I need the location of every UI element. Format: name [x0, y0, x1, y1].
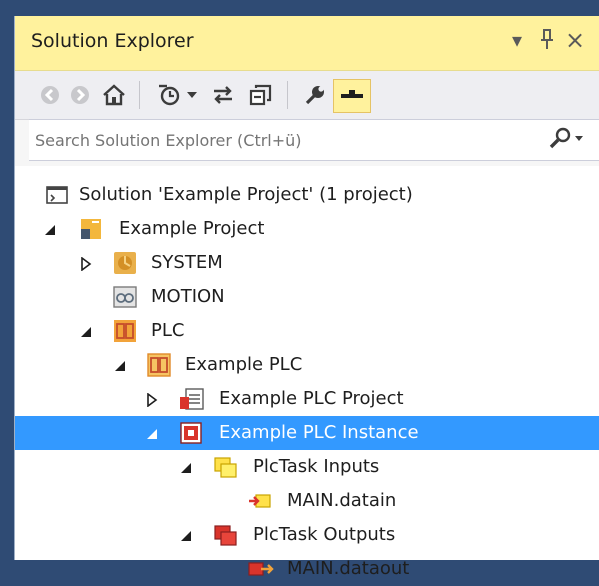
plc-icon	[113, 319, 137, 343]
toolbar-separator	[139, 81, 140, 109]
pending-changes-icon[interactable]	[155, 79, 183, 111]
motion-icon	[113, 285, 137, 309]
collapsed-arrow-icon[interactable]	[145, 392, 159, 408]
close-icon[interactable]: ×	[565, 26, 585, 54]
tree-item-label: Example PLC	[185, 354, 303, 375]
tree-item-project[interactable]: Example Project	[15, 212, 599, 246]
tree-item-label: PLC	[151, 320, 185, 341]
solution-tree: Solution 'Example Project' (1 project) E…	[15, 166, 599, 579]
collapse-all-icon[interactable]	[247, 79, 275, 111]
tree-item-label: MAIN.datain	[287, 490, 397, 511]
tree-item-label: Example PLC Project	[219, 388, 404, 409]
expanded-arrow-icon[interactable]	[79, 324, 93, 338]
expanded-arrow-icon[interactable]	[43, 222, 57, 236]
tree-item-motion[interactable]: MOTION	[15, 280, 599, 314]
plc-project-icon	[147, 353, 171, 377]
expanded-arrow-icon[interactable]	[145, 426, 159, 440]
expanded-arrow-icon[interactable]	[113, 358, 127, 372]
collapsed-arrow-icon[interactable]	[79, 256, 93, 272]
toolbar	[15, 71, 599, 120]
plc-instance-icon	[179, 421, 203, 445]
expanded-arrow-icon[interactable]	[179, 528, 193, 542]
preview-icon[interactable]	[333, 79, 371, 113]
solution-icon	[45, 183, 69, 207]
tree-item-plc-instance[interactable]: Example PLC Instance	[15, 416, 599, 450]
tree-item-main-dataout[interactable]: MAIN.dataout	[15, 552, 599, 586]
tree-item-label: MOTION	[151, 286, 225, 307]
solution-explorer-panel: Solution Explorer ▾ × Search Solution Ex…	[14, 16, 599, 579]
tree-item-system[interactable]: SYSTEM	[15, 246, 599, 280]
tree-item-label: PlcTask Outputs	[253, 524, 396, 545]
system-icon	[113, 251, 137, 275]
tree-item-example-plc[interactable]: Example PLC	[15, 348, 599, 382]
inputs-folder-icon	[213, 455, 237, 479]
tree-item-plc[interactable]: PLC	[15, 314, 599, 348]
forward-icon[interactable]	[67, 79, 93, 111]
project-icon	[79, 217, 103, 241]
panel-titlebar: Solution Explorer ▾ ×	[15, 16, 599, 71]
tree-item-task-outputs[interactable]: PlcTask Outputs	[15, 518, 599, 552]
output-variable-icon	[247, 557, 274, 581]
tree-item-label: Example PLC Instance	[219, 422, 419, 443]
tree-item-label: Solution 'Example Project' (1 project)	[79, 184, 413, 205]
panel-title: Solution Explorer	[31, 30, 194, 52]
plc-source-icon	[179, 387, 204, 411]
search-icon[interactable]	[547, 126, 585, 156]
pin-icon[interactable]	[538, 28, 556, 55]
home-icon[interactable]	[99, 79, 129, 111]
expanded-arrow-icon[interactable]	[179, 460, 193, 474]
search-input[interactable]	[29, 120, 537, 160]
properties-icon[interactable]	[301, 79, 329, 111]
dropdown-icon[interactable]	[185, 79, 199, 111]
tree-item-task-inputs[interactable]: PlcTask Inputs	[15, 450, 599, 484]
input-variable-icon	[247, 489, 271, 513]
search-box	[29, 119, 599, 161]
tree-item-main-datain[interactable]: MAIN.datain	[15, 484, 599, 518]
window-position-icon[interactable]: ▾	[512, 28, 522, 52]
tree-item-plc-project[interactable]: Example PLC Project	[15, 382, 599, 416]
tree-item-solution[interactable]: Solution 'Example Project' (1 project)	[15, 178, 599, 212]
sync-icon[interactable]	[209, 79, 237, 111]
tree-item-label: SYSTEM	[151, 252, 223, 273]
toolbar-separator	[287, 81, 288, 109]
tree-item-label: MAIN.dataout	[287, 558, 410, 579]
tree-item-label: PlcTask Inputs	[253, 456, 380, 477]
tree-item-label: Example Project	[119, 218, 265, 239]
back-icon[interactable]	[37, 79, 63, 111]
outputs-folder-icon	[213, 523, 237, 547]
